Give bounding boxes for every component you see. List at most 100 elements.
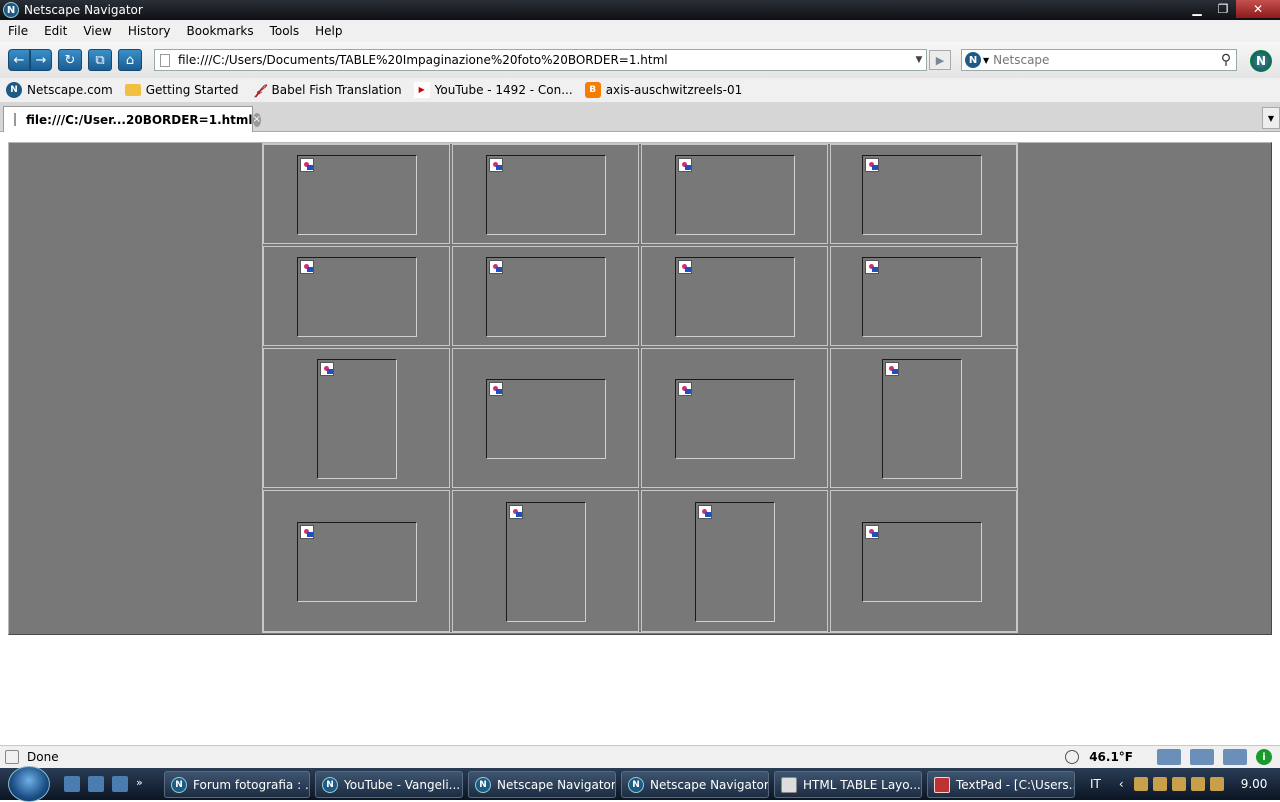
tab-list-chevron-icon[interactable]: ▼ — [1262, 107, 1280, 129]
tray-hand-icon[interactable] — [1133, 777, 1148, 791]
photo-placeholder[interactable] — [862, 155, 982, 235]
menu-tools[interactable]: Tools — [262, 24, 308, 38]
taskbar-button-netscape-2[interactable]: N Netscape Navigator — [621, 771, 769, 798]
photo-table — [262, 143, 1018, 633]
forward-button[interactable]: → — [30, 49, 52, 71]
photo-placeholder[interactable] — [297, 155, 417, 235]
netscape-icon: N — [6, 82, 22, 98]
photo-placeholder[interactable] — [882, 359, 962, 479]
tray-network-icon[interactable] — [1190, 777, 1205, 791]
taskbar-button-textpad[interactable]: TextPad - [C:\Users... — [927, 771, 1075, 798]
broken-image-icon — [489, 382, 503, 396]
broken-image-icon — [885, 362, 899, 376]
photo-placeholder[interactable] — [862, 257, 982, 337]
netscape-icon: N — [628, 776, 644, 793]
photo-placeholder[interactable] — [486, 257, 606, 337]
netscape-icon: N — [171, 776, 187, 793]
go-button[interactable]: ▶ — [929, 50, 951, 70]
search-input[interactable] — [993, 53, 1216, 67]
broken-image-icon — [489, 158, 503, 172]
globe-icon[interactable] — [1065, 750, 1080, 764]
quick-launch-more-icon[interactable]: » — [136, 776, 146, 792]
search-icon[interactable]: ⚲ — [1216, 52, 1236, 68]
photo-placeholder[interactable] — [297, 522, 417, 602]
taskbar-button-youtube[interactable]: N YouTube - Vangeli... — [315, 771, 463, 798]
menu-bookmarks[interactable]: Bookmarks — [179, 24, 262, 38]
menu-help[interactable]: Help — [307, 24, 350, 38]
switch-windows-icon[interactable] — [88, 776, 104, 792]
tray-app-icon[interactable] — [1152, 777, 1167, 791]
weather-rain-icon[interactable] — [1190, 749, 1214, 765]
table-cell — [641, 490, 828, 632]
maximize-button[interactable]: ❐ — [1210, 0, 1236, 18]
reload-button[interactable]: ↻ — [58, 49, 82, 71]
tray-power-icon[interactable] — [1171, 777, 1186, 791]
menu-edit[interactable]: Edit — [36, 24, 75, 38]
start-button[interactable] — [8, 766, 50, 802]
bookmark-getting-started[interactable]: Getting Started — [124, 83, 239, 97]
tray-volume-icon[interactable] — [1209, 777, 1224, 791]
netscape-icon: N — [322, 776, 338, 793]
search-engine-caret-icon[interactable]: ▼ — [983, 56, 989, 65]
close-tab-icon[interactable]: × — [252, 112, 261, 127]
bookmark-youtube[interactable]: ▶ YouTube - 1492 - Con... — [413, 82, 573, 98]
menu-history[interactable]: History — [120, 24, 179, 38]
photo-placeholder[interactable] — [486, 155, 606, 235]
broken-image-icon — [320, 362, 334, 376]
bookmark-netscape[interactable]: N Netscape.com — [6, 82, 113, 98]
internet-explorer-icon[interactable] — [112, 776, 128, 792]
navigation-toolbar: ← → ↻ ⧉ ⌂ file:///C:/Users/Documents/TAB… — [0, 42, 1280, 78]
url-text[interactable]: file:///C:/Users/Documents/TABLE%20Impag… — [178, 53, 912, 67]
tab-active[interactable]: file:///C:/User...20BORDER=1.html × — [3, 106, 261, 132]
clock[interactable]: 9.00 — [1241, 777, 1268, 791]
taskbar-button-html-table[interactable]: HTML TABLE Layo... — [774, 771, 922, 798]
outer-table — [8, 142, 1272, 635]
info-icon[interactable]: i — [1256, 749, 1272, 765]
broken-image-icon — [678, 382, 692, 396]
photo-placeholder[interactable] — [675, 379, 795, 459]
netscape-app-icon: N — [3, 2, 19, 18]
photo-placeholder[interactable] — [486, 379, 606, 459]
page-icon — [160, 53, 170, 67]
address-bar[interactable]: file:///C:/Users/Documents/TABLE%20Impag… — [154, 49, 927, 71]
status-page-icon — [5, 750, 19, 764]
folder-icon — [124, 84, 141, 96]
menu-file[interactable]: File — [0, 24, 36, 38]
table-cell — [830, 490, 1017, 632]
weather-showers-icon[interactable] — [1223, 749, 1247, 765]
search-engine-icon[interactable]: N — [965, 52, 981, 68]
back-button[interactable]: ← — [8, 49, 30, 71]
close-window-button[interactable]: ✕ — [1236, 0, 1280, 18]
photo-placeholder[interactable] — [675, 155, 795, 235]
tray-expand-icon[interactable]: ‹ — [1119, 777, 1124, 791]
table-cell — [641, 246, 828, 346]
show-desktop-icon[interactable] — [64, 776, 80, 792]
language-indicator[interactable]: IT — [1090, 777, 1101, 791]
photo-placeholder[interactable] — [297, 257, 417, 337]
minimize-button[interactable]: ▁ — [1184, 0, 1210, 18]
taskbar-button-forum[interactable]: N Forum fotografia : ... — [164, 771, 310, 798]
photo-placeholder[interactable] — [862, 522, 982, 602]
bookmark-axis[interactable]: Baxis-auschwitzreels-01 — [584, 82, 742, 98]
table-cell — [830, 144, 1017, 244]
bookmark-babel-fish[interactable]: 𝒻 Babel Fish Translation — [251, 82, 401, 98]
url-dropdown-icon[interactable]: ▼ — [912, 55, 926, 65]
photo-placeholder[interactable] — [695, 502, 775, 622]
menu-view[interactable]: View — [75, 24, 119, 38]
photo-placeholder[interactable] — [506, 502, 586, 622]
status-widgets: 46.1°F i — [1065, 746, 1280, 768]
table-cell — [263, 490, 450, 632]
broken-image-icon — [865, 525, 879, 539]
netscape-logo-icon[interactable]: N — [1250, 50, 1272, 72]
document-icon — [781, 776, 797, 793]
taskbar-button-netscape-1[interactable]: N Netscape Navigator — [468, 771, 616, 798]
weather-cloudy-icon[interactable] — [1157, 749, 1181, 765]
photo-placeholder[interactable] — [317, 359, 397, 479]
table-cell — [263, 348, 450, 488]
photo-placeholder[interactable] — [675, 257, 795, 337]
search-box[interactable]: N ▼ ⚲ — [961, 49, 1237, 71]
stop-button[interactable]: ⧉ — [88, 49, 112, 71]
menu-bar: File Edit View History Bookmarks Tools H… — [0, 20, 1280, 42]
home-button[interactable]: ⌂ — [118, 49, 142, 71]
youtube-icon: ▶ — [413, 82, 430, 98]
